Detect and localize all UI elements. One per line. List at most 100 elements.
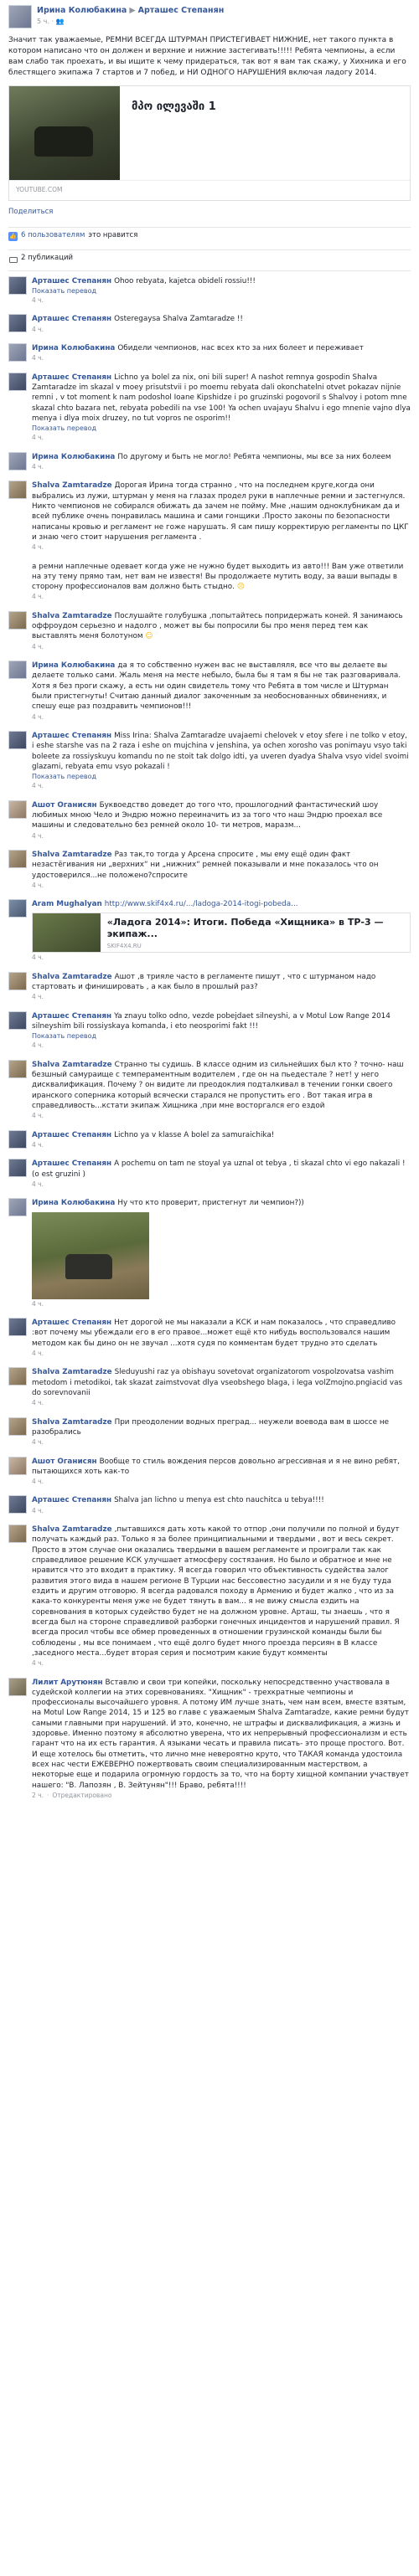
comment-time[interactable]: 4 ч. bbox=[32, 1438, 44, 1447]
card-photo[interactable]: მპო ილევაში 1 bbox=[9, 86, 410, 181]
post-author-name[interactable]: Ирина Колюбакина bbox=[37, 6, 127, 15]
comment-time[interactable]: 4 ч. bbox=[32, 713, 44, 722]
avatar[interactable] bbox=[8, 899, 27, 918]
comment-author[interactable]: Ашот Оганисян bbox=[32, 1458, 97, 1466]
avatar[interactable] bbox=[8, 1198, 27, 1217]
comment-author[interactable]: Shalva Zamtaradze bbox=[32, 851, 112, 859]
comment-time[interactable]: 4 ч. bbox=[32, 832, 44, 841]
post-time-text[interactable]: 5 ч. bbox=[37, 18, 49, 25]
avatar[interactable] bbox=[8, 481, 27, 500]
comment-time[interactable]: 4 ч. bbox=[32, 1478, 44, 1486]
comment-time[interactable]: 4 ч. bbox=[32, 882, 44, 890]
avatar[interactable] bbox=[8, 451, 27, 470]
avatar[interactable] bbox=[8, 372, 27, 391]
youtube-link-card[interactable]: მპო ილევაში 1 YOUTUBE.COM bbox=[8, 85, 411, 201]
comment-author[interactable]: Ашот Оганисян bbox=[32, 801, 97, 810]
card-title[interactable]: მპო ილევაში 1 bbox=[120, 86, 410, 180]
comment-time[interactable]: 4 ч. bbox=[32, 782, 44, 790]
comment-author[interactable]: Ирина Колюбакина bbox=[32, 1199, 115, 1207]
comment-time[interactable]: 4 ч. bbox=[32, 354, 44, 362]
edited-label[interactable]: Отредактировано bbox=[52, 1792, 111, 1800]
comment-link[interactable]: http://www.skif4x4.ru/.../ladoga-2014-it… bbox=[105, 900, 298, 908]
comment-author[interactable]: Shalva Zamtaradze bbox=[32, 612, 112, 620]
comment-time[interactable]: 4 ч. bbox=[32, 993, 44, 1001]
publications-label[interactable]: 2 публикаций bbox=[21, 254, 73, 264]
comment-author[interactable]: Shalva Zamtaradze bbox=[32, 1418, 112, 1427]
avatar[interactable] bbox=[8, 343, 27, 362]
avatar[interactable] bbox=[8, 1010, 27, 1030]
avatar[interactable] bbox=[8, 1059, 27, 1078]
comment-time[interactable]: 4 ч. bbox=[32, 1507, 44, 1515]
comment-time[interactable]: 4 ч. bbox=[32, 1041, 44, 1050]
comment-author[interactable]: Арташес Степанян bbox=[32, 1496, 111, 1504]
comment-author[interactable]: Арташес Степанян bbox=[32, 315, 111, 323]
avatar[interactable] bbox=[8, 1456, 27, 1475]
skif-link-card[interactable]: «Ладога 2014»: Итоги. Победа «Хищника» в… bbox=[32, 913, 411, 954]
comment-time[interactable]: 4 ч. bbox=[32, 1659, 44, 1668]
card-thumbnail[interactable] bbox=[9, 86, 120, 181]
comment-time[interactable]: 4 ч. bbox=[32, 1399, 44, 1407]
avatar[interactable] bbox=[8, 849, 27, 868]
share-link[interactable]: Поделиться bbox=[8, 208, 411, 218]
comment-author[interactable]: Арташес Степанян bbox=[32, 1131, 111, 1139]
avatar[interactable] bbox=[8, 1367, 27, 1386]
show-translation-link[interactable]: Показать перевод bbox=[32, 772, 411, 781]
comment-author[interactable]: Aram Mughalyan bbox=[32, 900, 102, 908]
avatar[interactable] bbox=[8, 730, 27, 749]
comment-time[interactable]: 4 ч. bbox=[32, 463, 44, 471]
avatar[interactable] bbox=[8, 1495, 27, 1514]
comment-author[interactable]: Shalva Zamtaradze bbox=[32, 1525, 112, 1534]
comment-author[interactable]: Арташес Степанян bbox=[32, 1319, 111, 1327]
comment-time[interactable]: 4 ч. bbox=[32, 543, 44, 552]
comment-author[interactable]: Арташес Степанян bbox=[32, 277, 111, 285]
comment-author[interactable]: Арташес Степанян bbox=[32, 1159, 111, 1168]
show-translation-link[interactable]: Показать перевод bbox=[32, 286, 411, 296]
avatar[interactable] bbox=[8, 800, 27, 819]
show-translation-link[interactable]: Показать перевод bbox=[32, 1031, 411, 1041]
avatar[interactable] bbox=[8, 1417, 27, 1436]
comment-time[interactable]: 4 ч. bbox=[32, 296, 44, 305]
avatar[interactable] bbox=[8, 1525, 27, 1544]
comment-author[interactable]: Shalva Zamtaradze bbox=[32, 1368, 112, 1376]
comment-author[interactable]: Shalva Zamtaradze bbox=[32, 973, 112, 981]
comment-time[interactable]: 4 ч. bbox=[32, 1180, 44, 1189]
avatar[interactable] bbox=[8, 610, 27, 630]
comment-time[interactable]: 4 ч. bbox=[32, 954, 44, 962]
post-timestamp[interactable]: 5 ч. · 👥 bbox=[37, 17, 224, 26]
comment-author[interactable]: Арташес Степанян bbox=[32, 1012, 111, 1021]
comment-time[interactable]: 4 ч. bbox=[32, 1141, 44, 1149]
comment-author[interactable]: Ирина Колюбакина bbox=[32, 453, 115, 461]
comment-photo[interactable] bbox=[32, 1211, 149, 1299]
comment-author[interactable]: Арташес Степанян bbox=[32, 732, 111, 740]
post-recipient-name[interactable]: Арташес Степанян bbox=[138, 6, 225, 15]
comment-author[interactable]: Арташес Степанян bbox=[32, 373, 111, 382]
card-thumbnail[interactable] bbox=[33, 913, 101, 953]
comment-time[interactable]: 2 ч. bbox=[32, 1792, 44, 1800]
avatar[interactable] bbox=[8, 1677, 27, 1696]
comment-time[interactable]: 4 ч. bbox=[32, 1112, 44, 1120]
comment-time[interactable]: 4 ч. bbox=[32, 1300, 44, 1309]
comment-author[interactable]: Shalva Zamtaradze bbox=[32, 1061, 112, 1069]
comment-author[interactable]: Ирина Колюбакина bbox=[32, 344, 115, 352]
show-translation-link[interactable]: Показать перевод bbox=[32, 424, 411, 433]
comment-author[interactable]: Shalva Zamtaradze bbox=[32, 481, 112, 490]
comment-author[interactable]: Ирина Колюбакина bbox=[32, 661, 115, 670]
comment: Shalva Zamtaradze ,пытавшихся дать хоть к… bbox=[8, 1525, 411, 1668]
comment-time[interactable]: 4 ч. bbox=[32, 1350, 44, 1358]
avatar[interactable] bbox=[8, 971, 27, 990]
card-title[interactable]: «Ладога 2014»: Итоги. Победа «Хищника» в… bbox=[107, 917, 403, 940]
comment-time[interactable]: 4 ч. bbox=[32, 593, 44, 601]
avatar[interactable] bbox=[8, 1317, 27, 1336]
avatar[interactable] bbox=[8, 275, 27, 295]
comment-time[interactable]: 4 ч. bbox=[32, 434, 44, 442]
avatar[interactable] bbox=[8, 661, 27, 680]
comment-author[interactable]: Лилит Арутюнян bbox=[32, 1679, 103, 1687]
publications-summary[interactable]: 2 публикаций bbox=[8, 249, 411, 267]
avatar[interactable] bbox=[8, 314, 27, 333]
comment-time[interactable]: 4 ч. bbox=[32, 326, 44, 334]
avatar[interactable] bbox=[8, 5, 32, 28]
likes-count[interactable]: 6 пользователям bbox=[21, 231, 85, 241]
comment-time[interactable]: 4 ч. bbox=[32, 643, 44, 651]
avatar[interactable] bbox=[8, 1129, 27, 1149]
avatar[interactable] bbox=[8, 1159, 27, 1178]
